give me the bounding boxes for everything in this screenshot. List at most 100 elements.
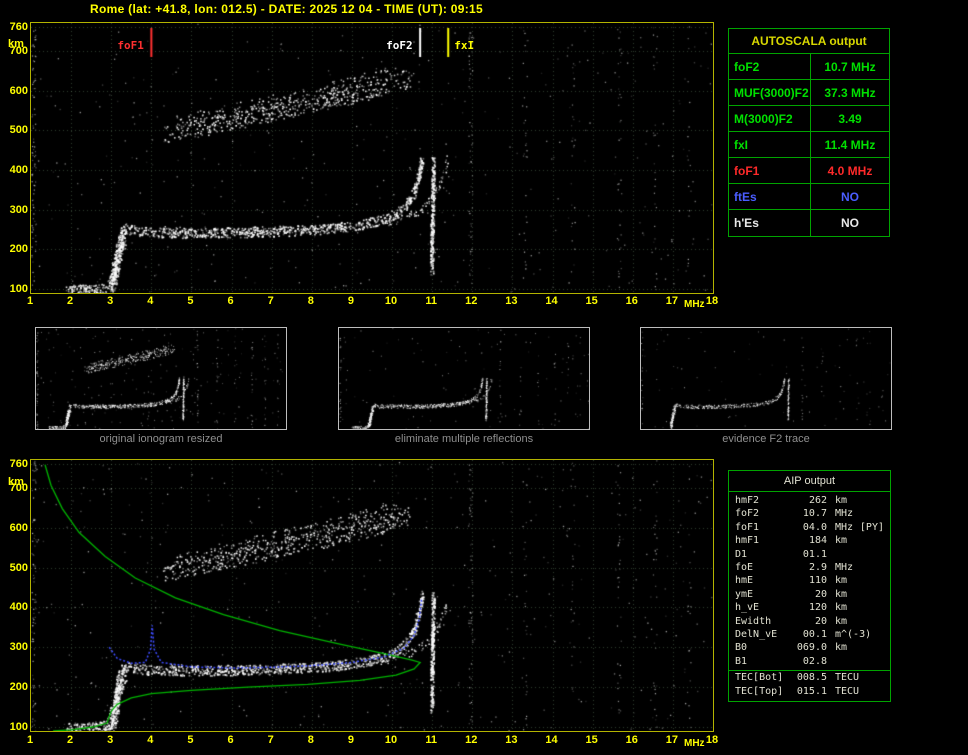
thumbnail-no-multiples xyxy=(338,327,590,430)
autoscala-table-rows: foF2 10.7 MHz MUF(3000)F2 37.3 MHz M(3000)F2… xyxy=(729,54,889,236)
aip-param-label: ymE xyxy=(735,588,754,600)
marker-label-fxI: fxI xyxy=(454,39,475,52)
x-tick-label-3: 3 xyxy=(107,734,114,746)
x-tick-label-4: 4 xyxy=(147,295,154,307)
autoscala-param-value: 10.7 MHz xyxy=(824,60,876,74)
y-tick-label-500: 500 xyxy=(9,124,28,137)
thumbnail-caption-no-multiples: eliminate multiple reflections xyxy=(394,433,534,445)
aip-param-value: 00.1 xyxy=(802,628,827,640)
x-tick-label-4: 4 xyxy=(147,734,154,746)
marker-label-foF2: foF2 xyxy=(386,39,413,52)
aip-row-D1: D1 01.1 xyxy=(729,548,890,561)
x-tick-label-13: 13 xyxy=(505,734,518,746)
x-tick-label-12: 12 xyxy=(465,734,478,746)
top-y-axis-labels: 100 200 300 400 500 600 700 760 xyxy=(2,21,28,296)
x-tick-label-11: 11 xyxy=(425,734,437,746)
x-tick-label-10: 10 xyxy=(384,295,398,307)
aip-param-value: 120 xyxy=(808,602,827,614)
bottom-km-unit-label: km xyxy=(8,476,24,488)
y-tick-label-760: 760 xyxy=(9,458,28,470)
aip-param-label: h_vE xyxy=(735,602,760,614)
x-tick-label-15: 15 xyxy=(585,295,598,307)
aip-param-label: TEC[Top] xyxy=(735,686,784,698)
y-tick-label-100: 100 xyxy=(9,283,28,296)
aip-param-value: 015.1 xyxy=(796,686,827,698)
aip-param-label: TEC[Bot] xyxy=(735,672,784,684)
aip-param-label: foF2 xyxy=(735,508,760,520)
aip-row-foF1: foF1 04.0 MHz [PY] xyxy=(729,521,890,534)
bottom-mhz-unit-label: MHz xyxy=(684,738,705,749)
aip-row-h_vE: h_vE 120 km xyxy=(729,601,890,614)
autoscala-param-value: 11.4 MHz xyxy=(824,138,876,152)
thumbnail-caption-f2-trace: evidence F2 trace xyxy=(722,433,810,445)
autoscala-output-table: AUTOSCALA output foF2 10.7 MHz MUF(3000)F2… xyxy=(728,28,890,237)
aip-row-hmE: hmE 110 km xyxy=(729,574,890,587)
x-tick-label-1: 1 xyxy=(26,295,34,307)
aip-param-label: B1 xyxy=(735,655,748,667)
bottom-x-axis-labels: 1 2 3 4 5 6 7 8 9 10 11 12 13 14 15 16 17 18 xyxy=(27,734,718,748)
x-tick-label-15: 15 xyxy=(585,734,598,746)
ionogram-top-canvas xyxy=(31,23,713,293)
marker-label-foF1: foF1 xyxy=(117,39,144,52)
x-tick-label-14: 14 xyxy=(545,295,558,307)
y-tick-label-200: 200 xyxy=(9,243,28,256)
thumbnail-caption-original: original ionogram resized xyxy=(99,433,223,445)
autoscala-row-foF1: foF1 4.0 MHz xyxy=(729,158,889,184)
autoscala-param-value: 4.0 MHz xyxy=(827,164,873,178)
autoscala-param-label: fxI xyxy=(729,132,811,157)
aip-param-label: hmF1 xyxy=(735,535,760,547)
x-tick-label-3: 3 xyxy=(107,295,114,307)
aip-param-value: 2.9 xyxy=(808,561,827,573)
y-tick-label-300: 300 xyxy=(9,641,28,654)
aip-table-title: AIP output xyxy=(729,471,890,492)
autoscala-row-M(3000)F2: M(3000)F2 3.49 xyxy=(729,106,889,132)
aip-output-table: AIP output hmF2 262 km foF2 10.7 MHz foF1 04.0 M… xyxy=(728,470,891,702)
aip-param-label: foE xyxy=(735,561,754,573)
autoscala-row-MUF(3000)F2: MUF(3000)F2 37.3 MHz xyxy=(729,80,889,106)
y-tick-label-400: 400 xyxy=(9,601,28,614)
autoscala-param-label: h'Es xyxy=(729,210,811,236)
aip-param-label: hmE xyxy=(735,575,754,587)
thumbnail-f2-trace-canvas xyxy=(641,328,891,429)
autoscala-param-value: NO xyxy=(841,190,859,204)
aip-param-unit: km xyxy=(835,615,848,627)
x-tick-label-16: 16 xyxy=(625,734,638,746)
y-tick-label-200: 200 xyxy=(9,681,28,694)
aip-param-unit: MHz xyxy=(835,561,854,573)
aip-param-value: 20 xyxy=(814,615,827,627)
aip-param-value: 01.1 xyxy=(802,548,827,560)
autoscala-row-ftEs: ftEs NO xyxy=(729,184,889,210)
x-tick-label-17: 17 xyxy=(665,734,678,746)
x-tick-label-2: 2 xyxy=(67,295,74,307)
aip-param-label: B0 xyxy=(735,642,748,654)
aip-row-Ewidth: Ewidth 20 km xyxy=(729,615,890,628)
y-tick-label-400: 400 xyxy=(9,163,28,176)
x-tick-label-5: 5 xyxy=(187,734,194,746)
aip-param-label: Ewidth xyxy=(735,615,772,627)
autoscala-param-value: NO xyxy=(841,216,859,230)
aip-param-unit: m^(-3) xyxy=(835,628,872,640)
aip-row-foF2: foF2 10.7 MHz xyxy=(729,507,890,520)
autoscala-param-label: ftEs xyxy=(729,184,811,209)
autoscala-row-foF2: foF2 10.7 MHz xyxy=(729,54,889,80)
y-tick-label-500: 500 xyxy=(9,561,28,574)
aip-param-value: 10.7 xyxy=(802,508,827,520)
thumbnail-original-canvas xyxy=(36,328,286,429)
top-mhz-unit-label: MHz xyxy=(684,299,705,310)
top-km-unit-label: km xyxy=(8,38,24,50)
y-tick-label-600: 600 xyxy=(9,84,28,97)
autoscala-param-value: 3.49 xyxy=(838,112,862,126)
aip-param-value: 262 xyxy=(808,495,827,506)
x-tick-label-6: 6 xyxy=(227,295,234,307)
x-tick-label-5: 5 xyxy=(187,295,194,307)
aip-param-unit: TECU xyxy=(835,672,860,684)
thumbnail-f2-trace xyxy=(640,327,892,430)
aip-param-label: hmF2 xyxy=(735,495,760,506)
x-tick-label-13: 13 xyxy=(505,295,518,307)
aip-row-B0: B0 069.0 km xyxy=(729,641,890,654)
autoscala-param-label: foF2 xyxy=(729,54,811,79)
aip-table-rows: hmF2 262 km foF2 10.7 MHz foF1 04.0 MHz [PY] hmF1 1… xyxy=(729,492,890,668)
x-tick-label-1: 1 xyxy=(26,734,34,746)
ionogram-bottom-panel xyxy=(30,459,714,732)
aip-row-hmF1: hmF1 184 km xyxy=(729,534,890,547)
